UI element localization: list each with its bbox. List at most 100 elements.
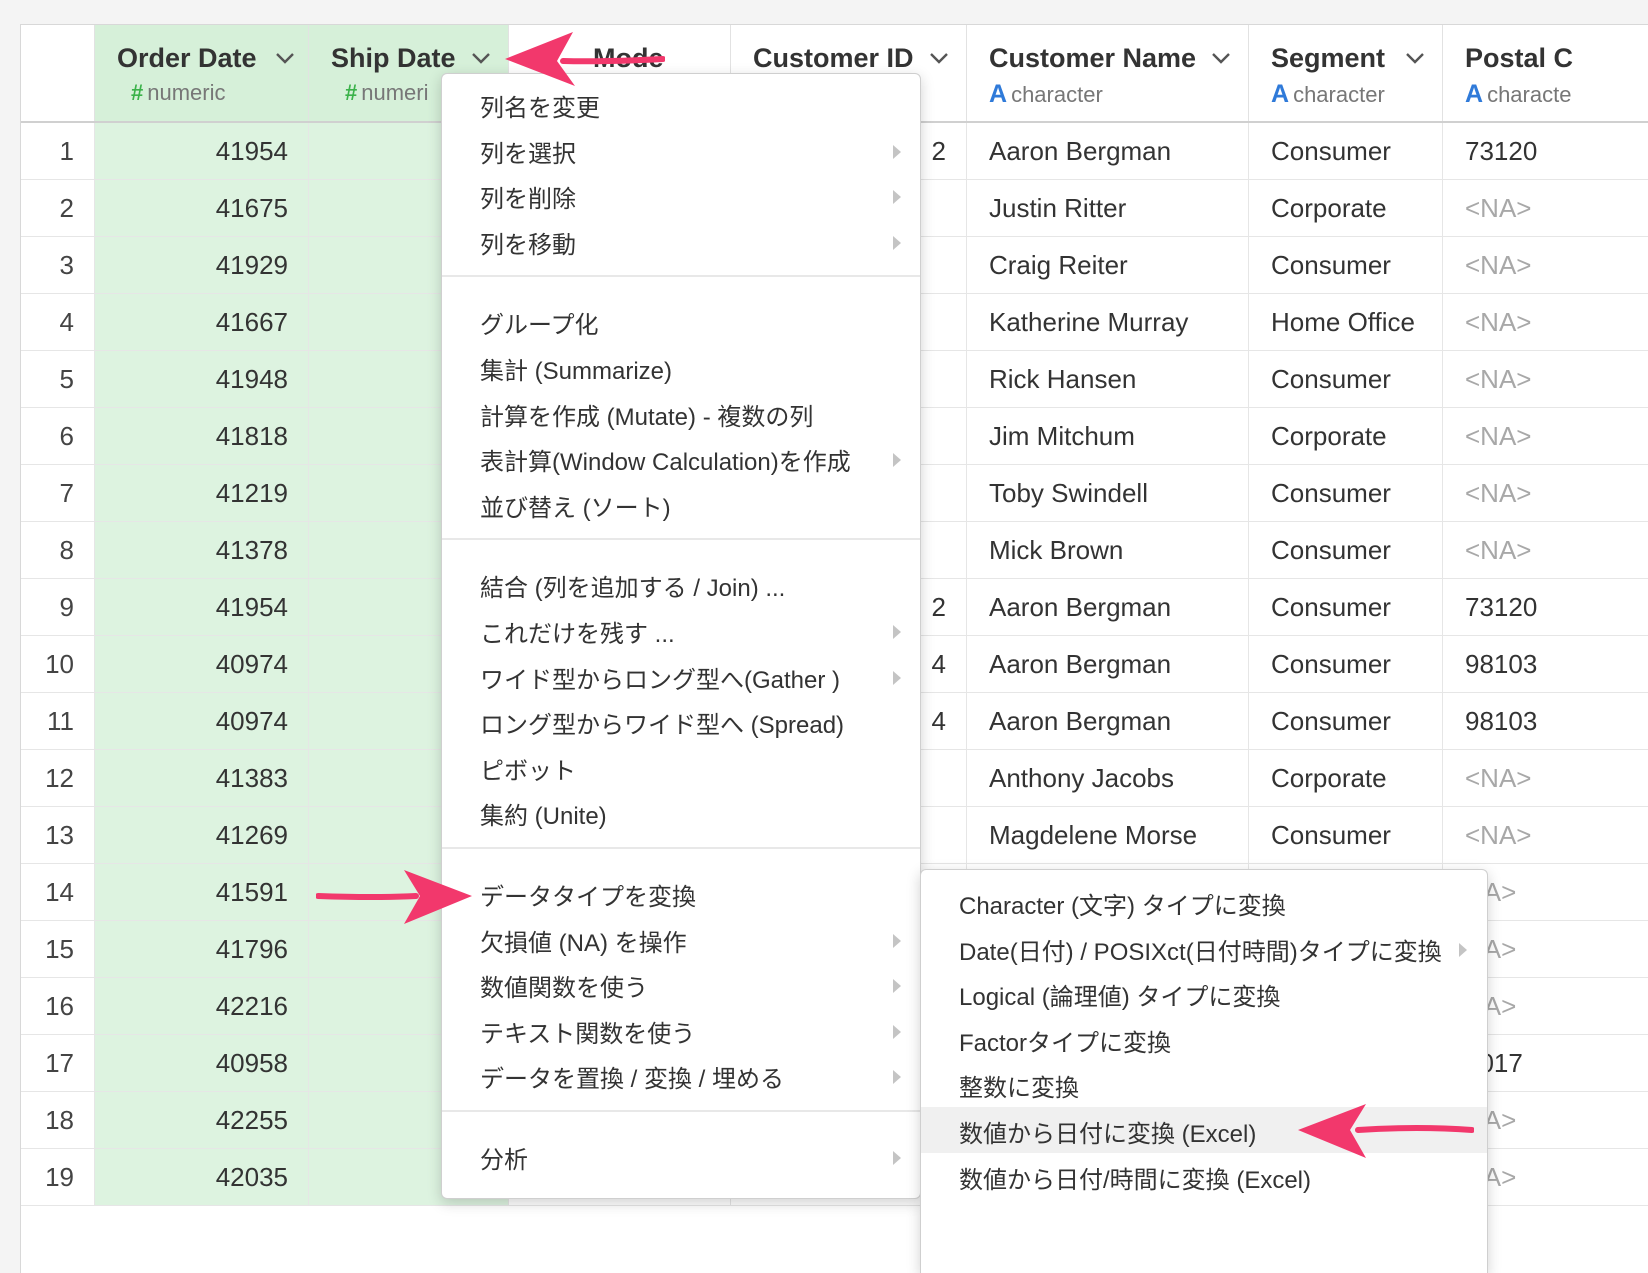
- cell-idx: 1: [21, 123, 95, 179]
- column-header[interactable]: Postal C Acharacte: [1443, 25, 1648, 121]
- cell-idx: 12: [21, 750, 95, 806]
- menu-item[interactable]: データタイプを変換: [480, 877, 696, 912]
- cell-customer-name: Craig Reiter: [967, 237, 1249, 293]
- cell-segment: Consumer: [1249, 522, 1443, 578]
- menu-separator: [442, 847, 920, 849]
- chevron-down-icon[interactable]: [471, 51, 491, 65]
- cell-idx: 7: [21, 465, 95, 521]
- chevron-down-icon[interactable]: [275, 51, 295, 65]
- submenu-arrow-icon: [893, 453, 901, 468]
- character-type-icon: A: [989, 80, 1008, 108]
- cell-order-date: 41591: [95, 864, 309, 920]
- menu-item[interactable]: 集約 (Unite): [480, 796, 607, 831]
- submenu-arrow-icon: [893, 625, 901, 639]
- cell-idx: 2: [21, 180, 95, 236]
- cell-idx: 8: [21, 522, 95, 578]
- cell-idx: 15: [21, 921, 95, 977]
- column-type-label: characte: [1487, 82, 1572, 107]
- column-header[interactable]: Order Date # numeric: [95, 25, 309, 121]
- menu-item[interactable]: テキスト関数を使う: [480, 1014, 695, 1049]
- submenu-item[interactable]: Character (文字) タイプに変換: [959, 886, 1286, 921]
- chevron-down-icon[interactable]: [1405, 51, 1425, 65]
- cell-customer-name: Aaron Bergman: [967, 123, 1249, 179]
- cell-order-date: 41219: [95, 465, 309, 521]
- menu-item[interactable]: データを置換 / 変換 / 埋める: [480, 1059, 784, 1094]
- menu-item[interactable]: 列を削除: [480, 179, 576, 214]
- menu-item[interactable]: 欠損値 (NA) を操作: [480, 923, 687, 958]
- column-header[interactable]: Segment Acharacter: [1249, 25, 1443, 121]
- column-type: # numeric: [131, 80, 226, 106]
- submenu-item[interactable]: 数値から日付/時間に変換 (Excel): [959, 1160, 1311, 1195]
- submenu-arrow-icon: [893, 1070, 901, 1085]
- cell-segment: Consumer: [1249, 123, 1443, 179]
- cell-customer-name: Aaron Bergman: [967, 579, 1249, 635]
- cell-order-date: 40974: [95, 693, 309, 749]
- submenu-item[interactable]: 数値から日付に変換 (Excel): [959, 1114, 1256, 1149]
- cell-order-date: 41378: [95, 522, 309, 578]
- cell-order-date: 41948: [95, 351, 309, 407]
- menu-item[interactable]: ワイド型からロング型へ(Gather ): [480, 660, 840, 695]
- menu-item[interactable]: グループ化: [480, 305, 599, 340]
- submenu-item[interactable]: Logical (論理値) タイプに変換: [959, 977, 1280, 1012]
- character-type-icon: A: [1271, 80, 1290, 108]
- annotation-arrow-icon: [505, 32, 665, 86]
- cell-segment: Consumer: [1249, 351, 1443, 407]
- cell-idx: 6: [21, 408, 95, 464]
- column-header[interactable]: [21, 25, 95, 121]
- cell-segment: Consumer: [1249, 237, 1443, 293]
- column-name: Customer Name: [989, 43, 1197, 73]
- cell-order-date: 40958: [95, 1035, 309, 1091]
- column-type: Acharacter: [989, 80, 1103, 109]
- annotation-arrow-icon: [316, 870, 472, 924]
- submenu-item[interactable]: 整数に変換: [959, 1068, 1079, 1103]
- cell-postal: 73120: [1443, 579, 1648, 635]
- cell-order-date: 41796: [95, 921, 309, 977]
- menu-item[interactable]: これだけを残す ...: [480, 614, 675, 649]
- cell-idx: 9: [21, 579, 95, 635]
- submenu-arrow-icon: [893, 144, 901, 159]
- menu-item[interactable]: 列を選択: [480, 134, 576, 169]
- submenu-item[interactable]: Date(日付) / POSIXct(日付時間)タイプに変換: [959, 932, 1442, 967]
- cell-idx: 18: [21, 1092, 95, 1148]
- cell-customer-name: Rick Hansen: [967, 351, 1249, 407]
- menu-separator: [442, 1110, 920, 1112]
- submenu-arrow-icon: [893, 1151, 901, 1165]
- cell-postal: <NA>: [1443, 465, 1648, 521]
- submenu-item[interactable]: Factorタイプに変換: [959, 1023, 1171, 1058]
- chevron-down-icon[interactable]: [1211, 51, 1231, 65]
- submenu-arrow-icon: [893, 979, 901, 994]
- menu-separator: [442, 538, 920, 541]
- menu-item[interactable]: 列名を変更: [480, 88, 600, 123]
- menu-item[interactable]: ロング型からワイド型へ (Spread): [480, 705, 844, 740]
- cell-customer-name: Katherine Murray: [967, 294, 1249, 350]
- menu-item[interactable]: ピボット: [480, 751, 576, 786]
- convert-type-submenu: Character (文字) タイプに変換 Date(日付) / POSIXct(…: [920, 869, 1488, 1273]
- cell-order-date: 42255: [95, 1092, 309, 1148]
- cell-order-date: 41929: [95, 237, 309, 293]
- column-type: # numeri: [345, 80, 429, 106]
- menu-item[interactable]: 結合 (列を追加する / Join) ...: [480, 568, 785, 603]
- menu-item[interactable]: 集計 (Summarize): [480, 351, 672, 386]
- cell-idx: 11: [21, 693, 95, 749]
- menu-item[interactable]: 列を移動: [480, 225, 576, 260]
- cell-postal: <NA>: [1443, 522, 1648, 578]
- cell-customer-name: Aaron Bergman: [967, 636, 1249, 692]
- menu-item[interactable]: 表計算(Window Calculation)を作成: [480, 442, 851, 477]
- cell-postal: <NA>: [1443, 180, 1648, 236]
- cell-postal: 98103: [1443, 693, 1648, 749]
- column-type: Acharacter: [1271, 80, 1385, 109]
- column-name: Segment: [1271, 43, 1386, 73]
- numeric-type-icon: #: [345, 80, 358, 105]
- menu-item[interactable]: 分析: [480, 1140, 528, 1175]
- menu-item[interactable]: 並び替え (ソート): [480, 488, 671, 523]
- cell-idx: 3: [21, 237, 95, 293]
- chevron-down-icon[interactable]: [929, 51, 949, 65]
- cell-order-date: 40974: [95, 636, 309, 692]
- menu-item[interactable]: 計算を作成 (Mutate) - 複数の列: [480, 397, 813, 432]
- column-header[interactable]: Customer Name Acharacter: [967, 25, 1249, 121]
- cell-postal: <NA>: [1443, 351, 1648, 407]
- cell-segment: Consumer: [1249, 465, 1443, 521]
- cell-customer-name: Justin Ritter: [967, 180, 1249, 236]
- cell-customer-name: Magdelene Morse: [967, 807, 1249, 863]
- menu-item[interactable]: 数値関数を使う: [480, 968, 648, 1003]
